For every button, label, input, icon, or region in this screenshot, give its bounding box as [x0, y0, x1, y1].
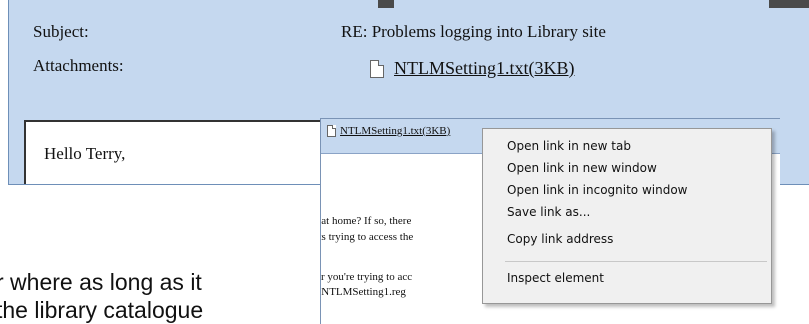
- menu-item-open-incognito[interactable]: Open link in incognito window: [507, 179, 687, 201]
- menu-item-copy-link-address[interactable]: Copy link address: [507, 228, 613, 250]
- menu-separator: [505, 261, 767, 262]
- document-icon: [327, 125, 336, 137]
- embedded-attachment-link[interactable]: NTLMSetting1.txt(3KB): [327, 125, 450, 137]
- background-text-line: the library catalogue: [0, 297, 204, 323]
- menu-item-open-new-tab[interactable]: Open link in new tab: [507, 135, 631, 157]
- email-body[interactable]: Hello Terry,: [24, 120, 323, 184]
- attachments-label: Attachments:: [33, 56, 124, 75]
- embedded-text-line: 7 at home? If so, there: [320, 215, 412, 227]
- embedded-text-line: y NTLMSetting1.reg: [320, 286, 406, 298]
- attachment-link-label: NTLMSetting1.txt(3KB): [394, 58, 575, 78]
- embedded-text-line: ter you're trying to acc: [320, 271, 413, 283]
- subject-value: RE: Problems logging into Library site: [341, 22, 606, 41]
- background-text-line: r where as long as it: [0, 269, 202, 295]
- subject-label: Subject:: [33, 22, 89, 41]
- panel-divider: [378, 0, 394, 8]
- attachment-link[interactable]: NTLMSetting1.txt(3KB): [370, 58, 575, 79]
- document-icon: [370, 59, 384, 78]
- embedded-text-line: nts trying to access the: [320, 231, 414, 243]
- background-page-text: r where as long as it the library catalo…: [0, 268, 330, 324]
- menu-item-save-link-as[interactable]: Save link as...: [507, 201, 590, 223]
- embedded-attachment-label: NTLMSetting1.txt(3KB): [340, 125, 451, 137]
- panel-divider: [769, 0, 809, 8]
- menu-item-open-new-window[interactable]: Open link in new window: [507, 157, 657, 179]
- context-menu: Open link in new tab Open link in new wi…: [482, 128, 772, 304]
- menu-item-inspect-element[interactable]: Inspect element: [507, 267, 604, 289]
- greeting-text: Hello Terry,: [44, 144, 126, 163]
